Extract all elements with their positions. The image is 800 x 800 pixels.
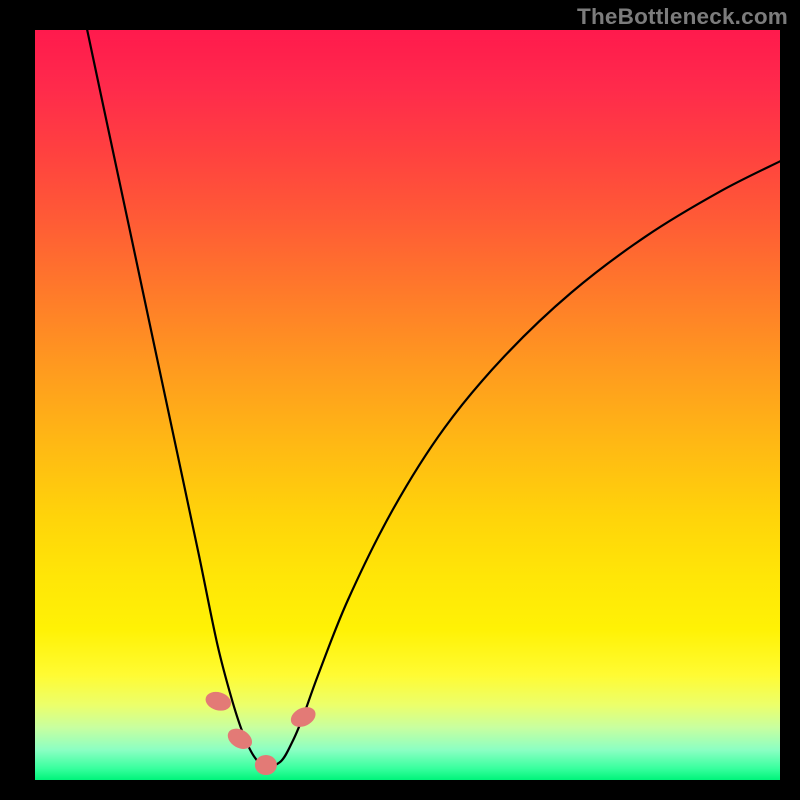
plot-area <box>35 30 780 780</box>
bottleneck-curve <box>87 30 780 767</box>
marker-left-lower <box>224 725 256 754</box>
chart-frame: TheBottleneck.com <box>0 0 800 800</box>
marker-right <box>288 703 319 731</box>
marker-bottom <box>255 755 277 775</box>
markers <box>203 689 319 775</box>
watermark-text: TheBottleneck.com <box>577 4 788 30</box>
marker-left-upper <box>203 689 233 713</box>
curve-layer <box>35 30 780 780</box>
